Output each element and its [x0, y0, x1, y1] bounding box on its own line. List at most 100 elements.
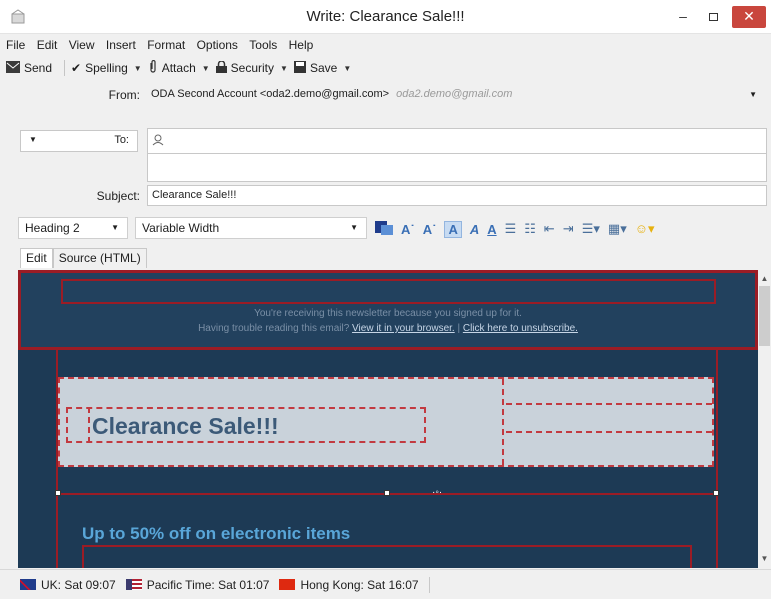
subject-label: Subject:: [96, 189, 140, 203]
status-bar: UK: Sat 09:07 Pacific Time: Sat 01:07 Ho…: [0, 569, 771, 599]
chevron-down-icon[interactable]: ▼: [343, 64, 351, 73]
send-icon: [6, 60, 20, 76]
security-button[interactable]: Security ▼: [215, 57, 288, 79]
floppy-disk-icon: [293, 60, 306, 76]
chevron-down-icon[interactable]: ▼: [134, 64, 142, 73]
bold-icon[interactable]: A: [444, 220, 462, 238]
header-cell-right-bottom: [506, 407, 712, 433]
chevron-down-icon: ▼: [29, 135, 37, 144]
link-separator: |: [457, 323, 461, 334]
paragraph-style-value: Heading 2: [25, 221, 80, 235]
minimize-button[interactable]: –: [670, 6, 696, 28]
from-alt-address: oda2.demo@gmail.com: [396, 88, 513, 100]
from-label: From:: [108, 88, 140, 102]
promo-frame: [82, 545, 692, 568]
send-label: Send: [24, 61, 53, 75]
smaller-text-icon[interactable]: A˙: [401, 222, 415, 237]
maximize-button[interactable]: [700, 6, 726, 28]
status-divider: [428, 576, 430, 593]
menu-insert[interactable]: Insert: [106, 35, 136, 55]
to-label: To:: [114, 134, 129, 146]
title-bar: Write: Clearance Sale!!! – ✕: [0, 0, 771, 34]
close-button[interactable]: ✕: [732, 6, 766, 28]
resize-handle-middle[interactable]: [384, 490, 390, 496]
newsletter-trouble-line: Having trouble reading this email? View …: [18, 323, 758, 334]
promo-heading: Up to 50% off on electronic items: [82, 524, 351, 543]
tab-edit[interactable]: Edit: [20, 248, 53, 268]
view-in-browser-link[interactable]: View it in your browser.: [352, 323, 455, 334]
underline-icon[interactable]: A: [487, 222, 496, 237]
font-select[interactable]: Variable Width ▼: [135, 217, 367, 239]
uk-flag-icon: [20, 579, 36, 590]
send-button[interactable]: Send: [6, 57, 52, 79]
clock-uk: UK: Sat 09:07: [20, 578, 116, 592]
hong-kong-flag-icon: [279, 579, 296, 590]
to-field[interactable]: [147, 128, 767, 154]
window-title: Write: Clearance Sale!!!: [306, 8, 465, 25]
chevron-down-icon[interactable]: ▼: [202, 64, 210, 73]
save-label: Save: [309, 61, 338, 75]
menu-format[interactable]: Format: [147, 35, 185, 55]
editor-scrollbar[interactable]: ▲ ▼: [758, 270, 771, 568]
spelling-button[interactable]: ✔ Spelling ▼: [71, 57, 142, 79]
scroll-down-icon[interactable]: ▼: [758, 552, 771, 566]
from-value: ODA Second Account <oda2.demo@gmail.com>: [151, 88, 390, 100]
from-select[interactable]: ODA Second Account <oda2.demo@gmail.com>…: [147, 84, 765, 107]
indent-icon[interactable]: ⇥: [563, 221, 574, 237]
clock-uk-text: UK: Sat 09:07: [41, 577, 116, 592]
recipient-field-empty[interactable]: [147, 154, 767, 182]
spelling-label: Spelling: [85, 61, 128, 75]
numbered-list-icon[interactable]: ☷: [524, 221, 536, 237]
subject-input[interactable]: Clearance Sale!!!: [147, 185, 767, 206]
align-icon[interactable]: ☰▾: [582, 221, 600, 237]
menu-tools[interactable]: Tools: [249, 35, 277, 55]
clock-hong-kong: Hong Kong: Sat 16:07: [279, 576, 430, 593]
menu-view[interactable]: View: [69, 35, 95, 55]
tab-source-html[interactable]: Source (HTML): [52, 248, 147, 268]
paperclip-icon: [148, 59, 158, 76]
save-button[interactable]: Save ▼: [293, 57, 351, 79]
menu-edit[interactable]: Edit: [37, 35, 58, 55]
address-type-select[interactable]: ▼ To:: [20, 130, 138, 152]
clock-pacific: Pacific Time: Sat 01:07: [125, 578, 269, 592]
newsletter-notice-text: You're receiving this newsletter because…: [254, 308, 522, 319]
lock-icon: [215, 59, 227, 76]
clock-hong-kong-text: Hong Kong: Sat 16:07: [300, 577, 419, 592]
attach-label: Attach: [161, 61, 196, 75]
larger-text-icon[interactable]: A˙: [423, 222, 437, 237]
menu-options[interactable]: Options: [197, 35, 238, 55]
chevron-down-icon[interactable]: ▼: [280, 64, 288, 73]
chevron-down-icon: ▼: [749, 90, 757, 99]
menu-help[interactable]: Help: [289, 35, 314, 55]
headline-spacer-cell: [66, 407, 90, 443]
message-editor[interactable]: You're receiving this newsletter because…: [18, 270, 758, 568]
menu-file[interactable]: File: [6, 35, 25, 55]
italic-icon[interactable]: A: [470, 222, 479, 237]
attach-button[interactable]: Attach ▼: [148, 57, 210, 79]
move-handle-icon[interactable]: ·◦·: [432, 487, 442, 498]
resize-handle-left[interactable]: [55, 490, 61, 496]
unsubscribe-link[interactable]: Click here to unsubscribe.: [463, 323, 578, 334]
security-label: Security: [230, 61, 275, 75]
menu-bar: File Edit View Insert Format Options Too…: [0, 35, 771, 55]
scroll-up-icon[interactable]: ▲: [758, 272, 771, 286]
text-color-icon[interactable]: [375, 220, 393, 238]
format-icons: A˙ A˙ A A A ☰ ☷ ⇤ ⇥ ☰▾ ▦▾ ☺▾: [375, 219, 663, 239]
email-headline: Clearance Sale!!!: [92, 413, 279, 439]
header-cell-right-top: [506, 379, 712, 405]
outdent-icon[interactable]: ⇤: [544, 221, 555, 237]
trouble-reading-text: Having trouble reading this email?: [198, 323, 350, 334]
insert-image-icon[interactable]: ▦▾: [608, 221, 627, 237]
smiley-icon[interactable]: ☺▾: [635, 221, 655, 237]
resize-handle-right[interactable]: [713, 490, 719, 496]
scrollbar-thumb[interactable]: [759, 286, 770, 346]
chevron-down-icon: ▼: [111, 223, 119, 232]
maximize-icon: [708, 13, 718, 21]
banner-inner-frame: [61, 279, 716, 304]
header-table: Clearance Sale!!!: [58, 377, 714, 467]
editor-tabs: Edit Source (HTML): [20, 248, 147, 268]
contact-icon: [152, 134, 164, 149]
toolbar-divider: [64, 60, 66, 76]
bulleted-list-icon[interactable]: ☰: [505, 221, 517, 237]
paragraph-style-select[interactable]: Heading 2 ▼: [18, 217, 128, 239]
